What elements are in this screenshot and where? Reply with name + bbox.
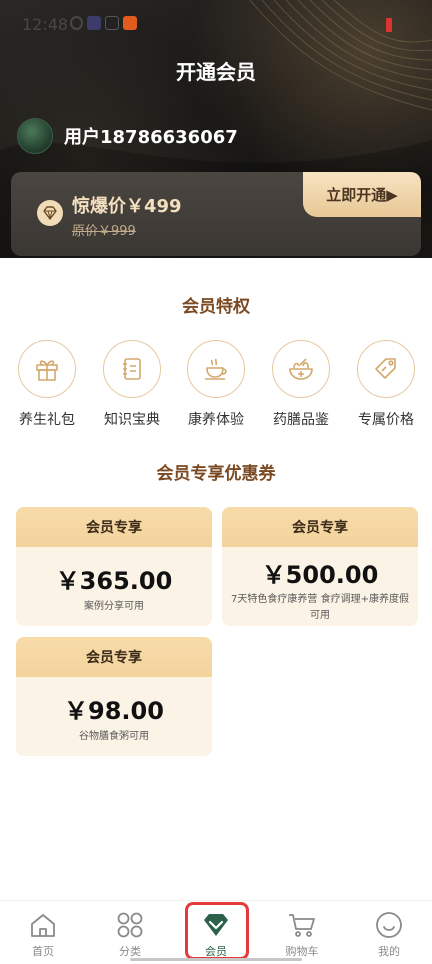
home-icon: [13, 911, 73, 939]
privilege-label: 专属价格: [358, 412, 414, 428]
privilege-item-gift[interactable]: 养生礼包: [7, 340, 87, 429]
status-bar: 12:48: [0, 0, 432, 50]
tab-cart[interactable]: 购物车: [272, 911, 332, 959]
gift-icon: [18, 340, 76, 398]
user-row: 用户18786636067: [17, 118, 238, 154]
sync-icon: [70, 16, 83, 30]
tiktok-icon: [105, 16, 119, 30]
privileges-list: 养生礼包 知识宝典 康养体验 药膳品鉴 专属价格: [0, 340, 432, 432]
tab-label: 我的: [378, 945, 400, 958]
coupon-body: ￥500.00 7天特色食疗康养营 食疗调理+康养度假可用: [222, 555, 418, 624]
herb-bowl-icon: [272, 340, 330, 398]
avatar[interactable]: [17, 118, 53, 154]
teacup-icon: [187, 340, 245, 398]
app-notification-icon: [87, 16, 101, 30]
user-name: 用户18786636067: [64, 127, 238, 148]
coupon-amount: ￥500.00: [261, 561, 379, 589]
status-time: 12:48: [22, 15, 69, 34]
privilege-label: 知识宝典: [104, 412, 160, 428]
coupons-title: 会员专享优惠券: [156, 464, 276, 484]
tab-category[interactable]: 分类: [100, 911, 160, 959]
coupon-amount: ￥365.00: [55, 567, 173, 595]
coupon-description: 案例分享可用: [84, 601, 144, 612]
category-icon: [100, 911, 160, 939]
price-tag-icon: [357, 340, 415, 398]
coupon-card[interactable]: 会员专享 ￥365.00 案例分享可用: [16, 507, 212, 626]
membership-price-card: 惊爆价￥499 原价￥999 立即开通▶: [11, 172, 421, 256]
tab-profile[interactable]: 我的: [359, 911, 419, 959]
tab-label: 分类: [119, 945, 141, 958]
coupon-body: ￥98.00 谷物膳食粥可用: [16, 691, 212, 745]
coupon-description: 7天特色食疗康养营 食疗调理+康养度假可用: [231, 594, 409, 621]
app-badge-icon: [123, 16, 137, 30]
coupon-card[interactable]: 会员专享 ￥98.00 谷物膳食粥可用: [16, 637, 212, 756]
profile-icon: [359, 911, 419, 939]
coupon-description: 谷物膳食粥可用: [79, 731, 149, 742]
status-icons: [70, 16, 137, 30]
page-title: 开通会员: [176, 60, 256, 84]
tab-label: 购物车: [285, 945, 319, 958]
coupon-card[interactable]: 会员专享 ￥500.00 7天特色食疗康养营 食疗调理+康养度假可用: [222, 507, 418, 626]
coupon-header: 会员专享: [222, 507, 418, 547]
coupon-header: 会员专享: [16, 637, 212, 677]
open-membership-button[interactable]: 立即开通▶: [303, 172, 421, 217]
coupon-header: 会员专享: [16, 507, 212, 547]
battery-icon: [386, 18, 392, 32]
tab-label: 首页: [32, 945, 54, 958]
privilege-item-price[interactable]: 专属价格: [346, 340, 426, 429]
privilege-label: 康养体验: [188, 412, 244, 428]
coupon-amount: ￥98.00: [64, 697, 164, 725]
privilege-label: 养生礼包: [19, 412, 75, 428]
coupon-body: ￥365.00 案例分享可用: [16, 561, 212, 615]
privilege-item-herbal[interactable]: 药膳品鉴: [261, 340, 341, 429]
privilege-item-knowledge[interactable]: 知识宝典: [92, 340, 172, 429]
promo-price: 惊爆价￥499: [72, 196, 182, 217]
tab-home[interactable]: 首页: [13, 911, 73, 959]
original-price: 原价￥999: [72, 224, 136, 239]
member-hero: 12:48 开通会员 用户18786636067 惊爆价￥499 原价￥999 …: [0, 0, 432, 258]
privilege-item-wellness[interactable]: 康养体验: [176, 340, 256, 429]
privileges-title: 会员特权: [182, 297, 250, 317]
home-indicator: [130, 958, 302, 961]
active-tab-highlight: [185, 902, 249, 960]
gem-icon: [37, 200, 63, 226]
cart-icon: [272, 911, 332, 939]
privilege-label: 药膳品鉴: [273, 412, 329, 428]
book-icon: [103, 340, 161, 398]
